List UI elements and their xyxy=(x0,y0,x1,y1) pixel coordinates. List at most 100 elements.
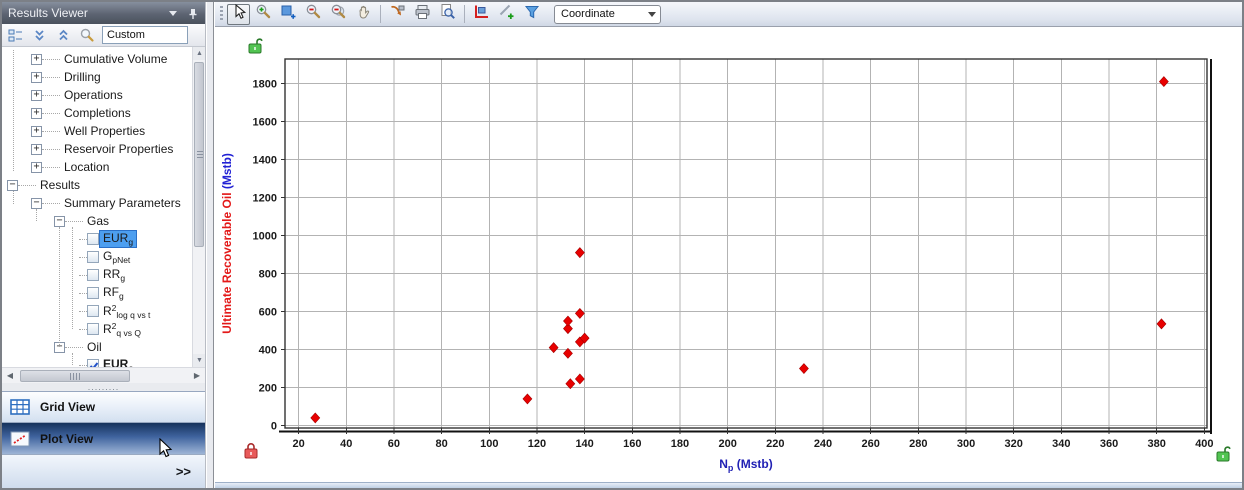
collapse-all-icon[interactable] xyxy=(30,26,48,44)
pin-icon[interactable] xyxy=(187,7,199,20)
tree-item-operations[interactable]: + Operations xyxy=(2,86,205,104)
collapse-icon[interactable]: − xyxy=(54,216,65,227)
y-tick-label: 400 xyxy=(259,345,277,357)
grid-view-button[interactable]: Grid View xyxy=(2,391,205,422)
tree-item-results[interactable]: −Results xyxy=(2,176,205,194)
scroll-right-icon[interactable]: ▶ xyxy=(189,369,205,383)
zoom-in-button[interactable] xyxy=(252,4,275,25)
scroll-down-icon[interactable]: ▼ xyxy=(193,354,205,367)
track-point-button[interactable] xyxy=(386,4,409,25)
collapse-icon[interactable]: − xyxy=(7,180,18,191)
print-button[interactable] xyxy=(411,4,434,25)
chevron-down-icon[interactable] xyxy=(167,7,179,19)
tree-item-gas[interactable]: −Gas xyxy=(2,212,205,230)
checkbox-unchecked[interactable] xyxy=(87,323,99,335)
x-tick-label: 360 xyxy=(1100,438,1118,450)
tree-item-label: Drilling xyxy=(61,70,104,84)
checkbox-checked[interactable] xyxy=(87,359,99,367)
y-tick-label: 0 xyxy=(271,421,277,433)
tree-item-rlog-q-vs-t[interactable]: R2log q vs t xyxy=(2,302,205,320)
data-point[interactable] xyxy=(575,374,584,384)
tree-item-location[interactable]: +Location xyxy=(2,158,205,176)
x-tick-label: 120 xyxy=(528,438,546,450)
hscroll-thumb[interactable] xyxy=(20,370,130,382)
data-point[interactable] xyxy=(1159,77,1168,87)
zoom-out-icon xyxy=(305,3,322,25)
scroll-left-icon[interactable]: ◀ xyxy=(2,369,18,383)
expand-icon[interactable]: + xyxy=(31,162,42,173)
expand-icon[interactable]: + xyxy=(31,72,42,83)
add-line-button[interactable] xyxy=(495,4,518,25)
tree-item-eurg[interactable]: EURg xyxy=(2,230,205,248)
checkbox-unchecked[interactable] xyxy=(87,269,99,281)
collapse-icon[interactable]: − xyxy=(31,198,42,209)
scroll-up-icon[interactable]: ▲ xyxy=(193,47,205,60)
tree-item-rq-vs-q[interactable]: R2q vs Q xyxy=(2,320,205,338)
tree-item-summary-parameters[interactable]: −Summary Parameters xyxy=(2,194,205,212)
checkbox-unchecked[interactable] xyxy=(87,233,99,245)
tree-item-label: RFg xyxy=(100,285,127,301)
checkbox-unchecked[interactable] xyxy=(87,251,99,263)
more-views-button[interactable]: >> xyxy=(176,464,191,479)
zoom-previous-button[interactable] xyxy=(327,4,350,25)
tree-item-drilling[interactable]: + Drilling xyxy=(2,68,205,86)
expand-icon[interactable]: + xyxy=(31,90,42,101)
data-point[interactable] xyxy=(575,248,584,258)
mode-dropdown[interactable]: Coordinate xyxy=(554,5,661,24)
data-point[interactable] xyxy=(575,308,584,318)
expand-icon[interactable]: + xyxy=(31,54,42,65)
data-point[interactable] xyxy=(563,316,572,326)
data-point[interactable] xyxy=(311,413,320,423)
tree-guide-line xyxy=(36,209,37,221)
x-right-axis-lock-icon[interactable] xyxy=(1217,447,1230,461)
search-icon[interactable] xyxy=(78,26,96,44)
outline-fields-icon[interactable] xyxy=(6,26,24,44)
data-point[interactable] xyxy=(549,343,558,353)
x-axis-title: Np (Mstb) xyxy=(719,457,773,473)
axis-properties-button[interactable] xyxy=(470,4,493,25)
filter-button[interactable] xyxy=(520,4,543,25)
y-top-axis-lock-icon[interactable] xyxy=(249,39,262,53)
expand-icon[interactable]: + xyxy=(31,108,42,119)
expand-all-icon[interactable] xyxy=(54,26,72,44)
tree-item-cumulative-volume[interactable]: + Cumulative Volume xyxy=(2,50,205,68)
checkbox-unchecked[interactable] xyxy=(87,305,99,317)
zoom-window-button[interactable] xyxy=(277,4,300,25)
tree-horizontal-scrollbar[interactable]: ◀ ▶ xyxy=(2,367,205,383)
x-tick-label: 240 xyxy=(814,438,832,450)
window-bottom-strip xyxy=(215,482,1242,488)
print-icon xyxy=(414,4,431,25)
tree-item-label: Cumulative Volume xyxy=(61,52,170,66)
tree-item-oil[interactable]: −Oil xyxy=(2,338,205,356)
tree-item-well-properties[interactable]: +Well Properties xyxy=(2,122,205,140)
filter-input[interactable] xyxy=(102,26,188,44)
toolbar-separator xyxy=(380,5,381,23)
plot-toolbar: Coordinate xyxy=(215,2,1242,27)
expand-icon[interactable]: + xyxy=(31,126,42,137)
checkbox-unchecked[interactable] xyxy=(87,287,99,299)
print-preview-button[interactable] xyxy=(436,4,459,25)
tree-item-euro[interactable]: EURo xyxy=(2,356,205,367)
tree-item-label: R2q vs Q xyxy=(100,321,144,338)
expand-icon[interactable]: + xyxy=(31,144,42,155)
tree-item-reservoir-properties[interactable]: +Reservoir Properties xyxy=(2,140,205,158)
panel-splitter[interactable]: ......... xyxy=(2,383,205,391)
y-bottom-axis-lock-icon[interactable] xyxy=(245,444,257,458)
data-point[interactable] xyxy=(523,394,532,404)
plot-view-button[interactable]: Plot View xyxy=(2,422,205,454)
pan-button[interactable] xyxy=(352,4,375,25)
data-point[interactable] xyxy=(799,364,808,374)
toolbar-grip[interactable] xyxy=(220,6,223,22)
tree-item-completions[interactable]: +Completions xyxy=(2,104,205,122)
vscroll-thumb[interactable] xyxy=(194,62,204,247)
tree-item-rrg[interactable]: RRg xyxy=(2,266,205,284)
data-point[interactable] xyxy=(1157,319,1166,329)
tree-item-label: Operations xyxy=(61,88,126,102)
panel-resize-splitter[interactable] xyxy=(207,2,214,488)
tree-item-gpnet[interactable]: GpNet xyxy=(2,248,205,266)
zoom-out-button[interactable] xyxy=(302,4,325,25)
tree-item-rfg[interactable]: RFg xyxy=(2,284,205,302)
tree-vertical-scrollbar[interactable]: ▲▼ xyxy=(192,47,205,367)
x-tick-label: 400 xyxy=(1195,438,1213,450)
select-button[interactable] xyxy=(227,4,250,25)
